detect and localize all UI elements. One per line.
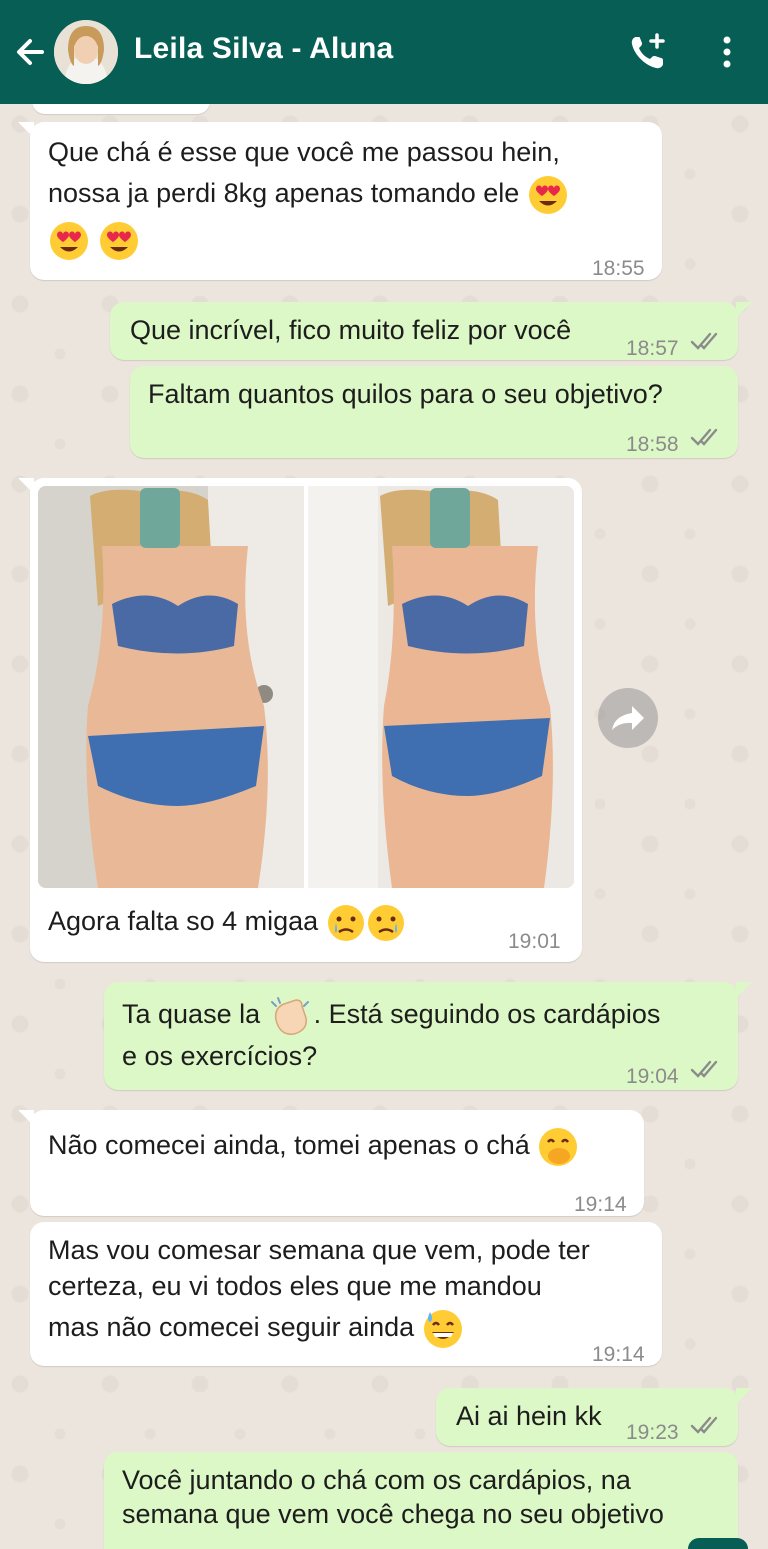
crying-face-emoji-icon [367, 904, 404, 941]
message-text: Você juntando o chá com os cardápios, na [122, 1465, 631, 1495]
message-time: 18:57 [626, 337, 679, 360]
face-with-hand-over-mouth-emoji-icon [539, 1128, 578, 1166]
message-time: 19:14 [592, 1343, 645, 1366]
message-bubble-outgoing[interactable]: Ta quase la . Está seguindo os cardápios… [104, 982, 738, 1090]
heart-eyes-emoji-icon [50, 222, 88, 260]
message-text: Ai ai hein kk [456, 1401, 602, 1431]
message-text: Faltam quantos quilos para o seu objetiv… [148, 379, 663, 409]
back-arrow-icon[interactable] [12, 30, 48, 74]
message-bubble-outgoing[interactable]: Faltam quantos quilos para o seu objetiv… [130, 366, 738, 458]
message-bubble-outgoing[interactable]: Você juntando o chá com os cardápios, na… [104, 1452, 738, 1549]
message-bubble-incoming[interactable]: Que chá é esse que você me passou hein, … [30, 122, 662, 280]
read-ticks-icon [690, 1060, 718, 1078]
message-text: Que incrível, fico muito feliz por você [130, 315, 572, 345]
message-text: e os exercícios? [122, 1041, 318, 1071]
message-time: 19:23 [626, 1421, 679, 1444]
message-time: 19:04 [626, 1065, 679, 1088]
read-ticks-icon [690, 332, 718, 350]
bubble-tail [736, 1388, 752, 1404]
contact-avatar[interactable] [54, 20, 118, 84]
message-text: mas não comecei seguir ainda [48, 1308, 464, 1350]
heart-eyes-emoji-icon [528, 176, 567, 214]
chat-header: Leila Silva - Aluna [0, 0, 768, 104]
message-text: Que chá é esse que você me passou hein, [48, 137, 560, 167]
forward-button[interactable] [598, 688, 658, 748]
message-bubble-incoming[interactable]: Não comecei ainda, tomei apenas o chá 19… [30, 1110, 644, 1216]
heart-eyes-emoji-icon [99, 222, 138, 260]
crying-face-emoji-icon [327, 904, 364, 941]
message-text: semana que vem você chega no seu objetiv… [122, 1499, 664, 1529]
message-time: 19:14 [574, 1193, 627, 1216]
message-text: certeza, eu vi todos eles que me mandou [48, 1271, 542, 1301]
read-ticks-icon [690, 1416, 718, 1434]
forward-arrow-icon [612, 706, 644, 730]
message-time: 18:55 [592, 257, 645, 280]
scroll-to-bottom-button[interactable] [688, 1538, 748, 1549]
message-emojis [48, 220, 140, 262]
image-caption: Agora falta so 4 migaa [48, 900, 406, 943]
message-text: Ta quase la . Está seguindo os cardápios [122, 996, 660, 1036]
message-text: Mas vou comesar semana que vem, pode ter [48, 1235, 590, 1265]
message-time: 18:58 [626, 433, 679, 456]
message-time: 19:01 [508, 930, 561, 953]
clapping-hands-emoji-icon [270, 997, 309, 1035]
message-text: nossa ja perdi 8kg apenas tomando ele [48, 174, 569, 216]
bubble-tail [736, 982, 752, 998]
read-ticks-icon [690, 428, 718, 446]
before-after-photo[interactable] [38, 486, 574, 888]
message-text: Não comecei ainda, tomei apenas o chá [48, 1126, 579, 1168]
add-call-icon[interactable] [628, 32, 668, 72]
message-bubble-outgoing[interactable]: Ai ai hein kk 19:23 [436, 1388, 738, 1446]
message-bubble-incoming[interactable]: Mas vou comesar semana que vem, pode ter… [30, 1222, 662, 1366]
more-options-icon[interactable] [712, 34, 742, 70]
message-bubble-outgoing[interactable]: Que incrível, fico muito feliz por você … [110, 302, 738, 360]
contact-name[interactable]: Leila Silva - Aluna [134, 32, 393, 66]
grinning-sweat-emoji-icon [423, 1310, 462, 1348]
bubble-tail [736, 302, 752, 318]
